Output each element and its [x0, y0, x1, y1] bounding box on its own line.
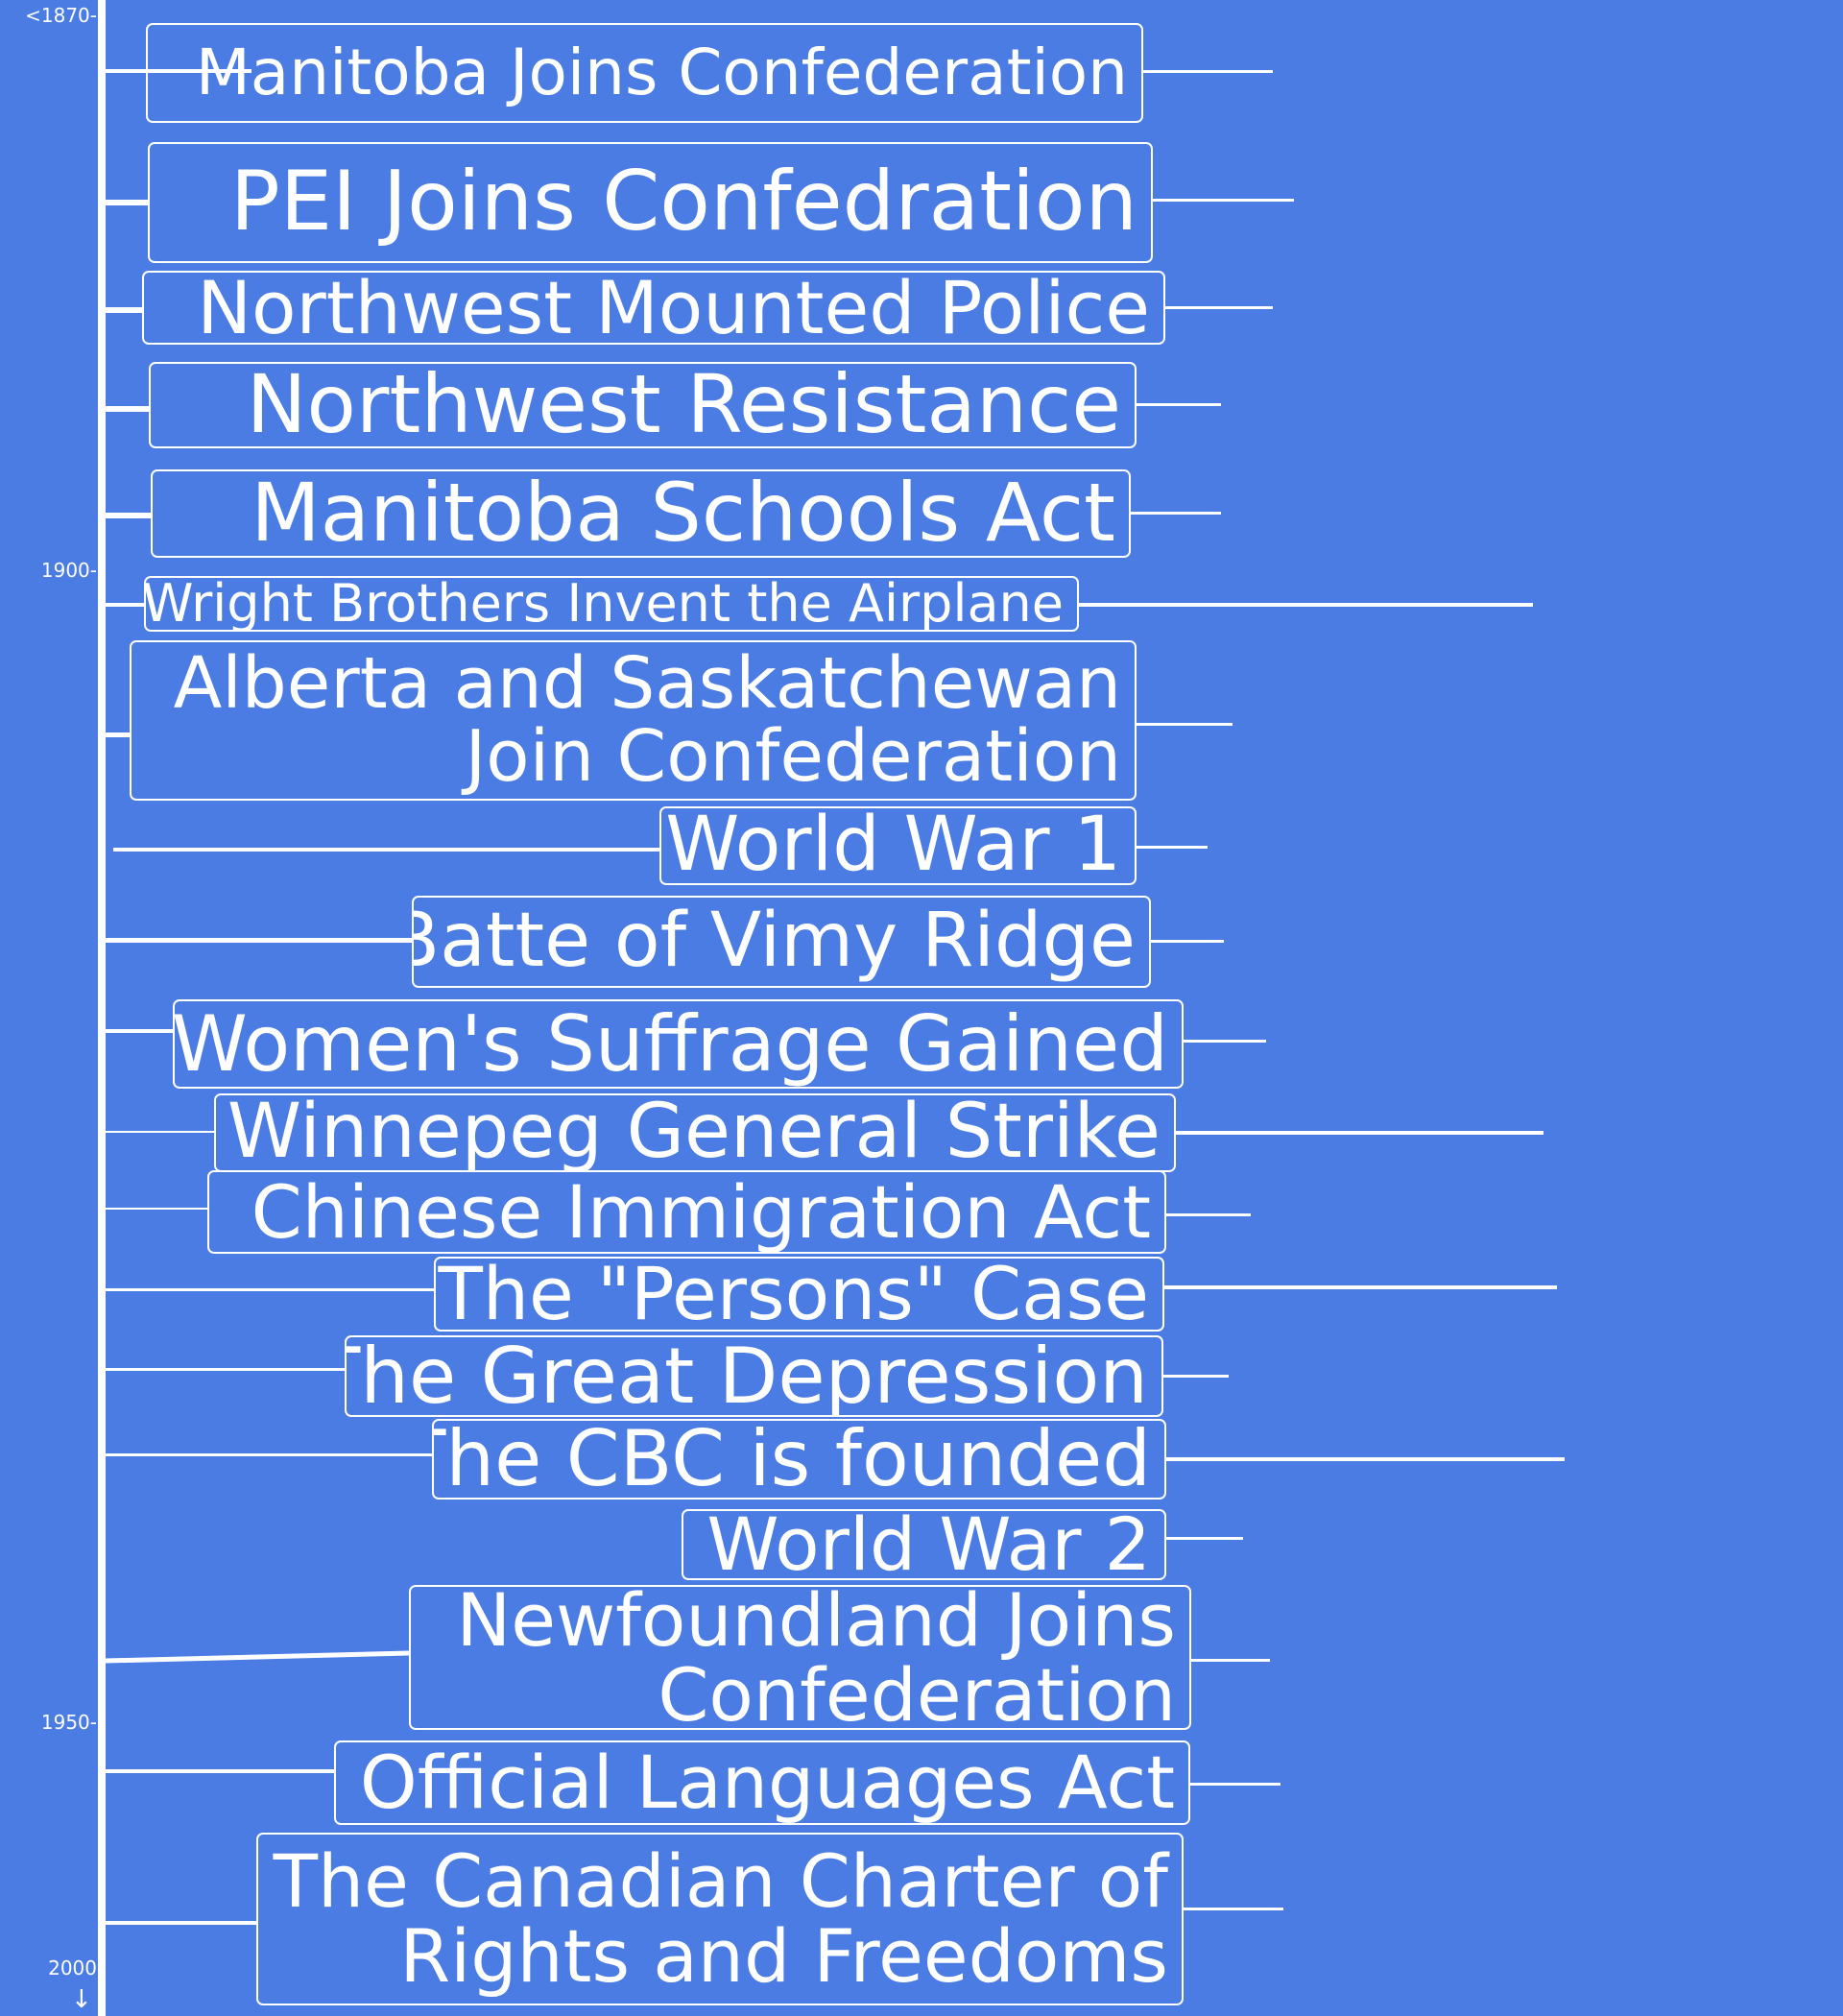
event-label: Women's Suffrage Gained: [173, 999, 1168, 1089]
connector-right: [1079, 603, 1533, 607]
connector-right: [1184, 1908, 1283, 1910]
event-label: Join Confederation: [465, 714, 1121, 798]
event-box: Northwest Mounted Police: [142, 271, 1165, 345]
event-label: Manitoba Schools Act: [251, 469, 1115, 558]
event-label: The Great Depression: [345, 1335, 1148, 1417]
connector-left: [106, 603, 144, 607]
connector-left: [106, 1769, 334, 1773]
event-box: PEI Joins Confedration: [148, 142, 1153, 263]
event-label: The CBC is founded: [432, 1419, 1151, 1500]
axis-tick-2000: 2000: [48, 1956, 97, 1980]
connector-right: [1165, 306, 1273, 309]
event-label: Alberta and Saskatchewan: [173, 642, 1121, 726]
connector-left: [106, 513, 151, 518]
event-box: Chinese Immigration Act: [207, 1170, 1166, 1254]
connector-left: [106, 1921, 256, 1925]
connector-right: [1166, 1457, 1565, 1461]
event-label: Winnepeg General Strike: [227, 1093, 1161, 1172]
event-label: Official Languages Act: [359, 1740, 1175, 1825]
event-box: Batte of Vimy Ridge: [412, 896, 1151, 988]
connector-left: [106, 1453, 432, 1456]
connector-left: [106, 1029, 173, 1033]
connector-right: [1166, 1537, 1243, 1540]
connector-right: [1137, 846, 1208, 849]
connector-right: [1190, 1783, 1281, 1786]
event-label: PEI Joins Confedration: [229, 154, 1137, 251]
connector-left: [106, 732, 130, 737]
connector-right: [1164, 1285, 1557, 1289]
event-box: Manitoba Schools Act: [151, 469, 1131, 558]
event-label: Northwest Resistance: [246, 362, 1121, 448]
event-box: Newfoundland Joins Confederation: [409, 1585, 1191, 1730]
connector-right: [1137, 403, 1221, 406]
event-label: Northwest Mounted Police: [197, 271, 1150, 345]
connector-left: [106, 406, 149, 412]
event-box: Manitoba Joins Confederation: [146, 23, 1143, 123]
connector-left: [106, 69, 251, 73]
connector-left: [106, 307, 142, 313]
connector-left: [106, 1208, 207, 1210]
event-box: The "Persons" Case: [434, 1257, 1164, 1332]
connector-left: [106, 1288, 434, 1291]
event-box: The Canadian Charter of Rights and Freedo…: [256, 1833, 1184, 2005]
axis-tick-1900: 1900-: [40, 559, 97, 582]
event-box: World War 2: [682, 1509, 1166, 1580]
event-box: Winnepeg General Strike: [214, 1093, 1176, 1172]
connector-right: [1163, 1375, 1229, 1378]
connector-right: [1191, 1659, 1270, 1662]
event-box: Women's Suffrage Gained: [173, 999, 1184, 1089]
event-box: The CBC is founded: [432, 1419, 1166, 1500]
event-label: Manitoba Joins Confederation: [195, 36, 1128, 110]
connector-left: [106, 938, 412, 943]
event-box: Official Languages Act: [334, 1740, 1190, 1825]
connector-right: [1184, 1040, 1266, 1043]
axis-tick-1870: <1870-: [25, 4, 97, 27]
connector-right: [1143, 70, 1273, 73]
connector-left: [106, 1131, 214, 1133]
connector-right: [1166, 1213, 1251, 1216]
connector-right: [1153, 199, 1294, 202]
timeline-axis: [98, 0, 106, 2016]
event-label: Rights and Freedoms: [399, 1913, 1168, 1999]
connector-right: [1151, 940, 1224, 943]
event-label: The Canadian Charter of: [273, 1838, 1168, 1925]
event-label: World War 1: [665, 806, 1121, 885]
connector-left: [105, 1650, 410, 1664]
connector-right: [1176, 1131, 1544, 1135]
event-label: Confederation: [658, 1651, 1176, 1730]
down-arrow-icon: ↓: [71, 1985, 92, 2014]
connector-right: [1137, 723, 1233, 726]
timeline-canvas: <1870- 1900- 1950- 2000 ↓ Manitoba Joins…: [0, 0, 1843, 2016]
connector-left: [106, 200, 148, 205]
event-box: Wright Brothers Invent the Airplane: [144, 576, 1079, 632]
event-box: Alberta and Saskatchewan Join Confederati…: [130, 640, 1137, 801]
event-label: Batte of Vimy Ridge: [412, 898, 1136, 985]
axis-tick-1950: 1950-: [40, 1711, 97, 1734]
connector-left: [106, 1368, 345, 1371]
event-box: The Great Depression: [345, 1335, 1163, 1417]
event-label: Newfoundland Joins: [456, 1585, 1176, 1663]
event-box: World War 1: [659, 806, 1137, 885]
event-label: The "Persons" Case: [438, 1257, 1149, 1332]
event-label: World War 2: [706, 1509, 1151, 1580]
event-label: Chinese Immigration Act: [251, 1170, 1151, 1254]
connector-left: [113, 848, 659, 852]
event-box: Northwest Resistance: [149, 362, 1137, 448]
connector-right: [1131, 512, 1221, 515]
event-label: Wright Brothers Invent the Airplane: [144, 576, 1064, 632]
